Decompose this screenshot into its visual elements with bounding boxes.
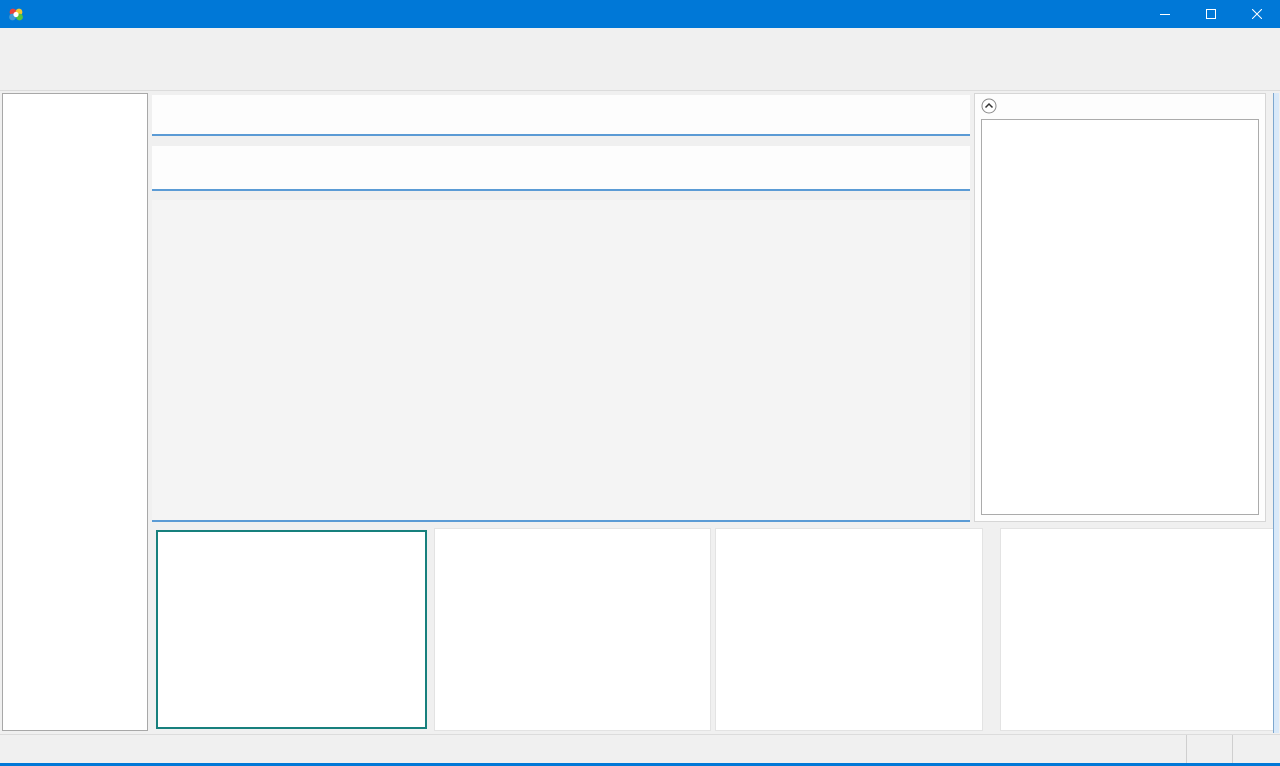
- app-icon: [8, 6, 24, 22]
- auto-mode-indicator[interactable]: [1186, 735, 1232, 763]
- status-spare-segment: [1232, 735, 1280, 763]
- maximize-button[interactable]: [1188, 0, 1234, 28]
- lab-gamut-panel[interactable]: [1000, 528, 1277, 731]
- standard-section: [152, 146, 970, 191]
- application-window: [0, 0, 1280, 766]
- color-diff-panel: [974, 93, 1266, 522]
- right-scroll-strip[interactable]: [1273, 93, 1279, 733]
- menubar: [0, 28, 1280, 48]
- spectral-reflectance-panel[interactable]: [715, 528, 983, 731]
- tolerance-section: [152, 95, 970, 136]
- minimize-button[interactable]: [1142, 0, 1188, 28]
- samples-section: [152, 200, 970, 522]
- color-diff-box: [981, 119, 1259, 515]
- collapse-icon[interactable]: [981, 98, 997, 119]
- delta-e-trend-panel[interactable]: [434, 528, 711, 731]
- close-button[interactable]: [1234, 0, 1280, 28]
- titlebar: [0, 0, 1280, 28]
- sample-tree: [2, 93, 148, 731]
- delta-ab-scatter-panel[interactable]: [156, 530, 427, 729]
- toolbar: [0, 48, 1280, 91]
- statusbar: [0, 734, 1280, 763]
